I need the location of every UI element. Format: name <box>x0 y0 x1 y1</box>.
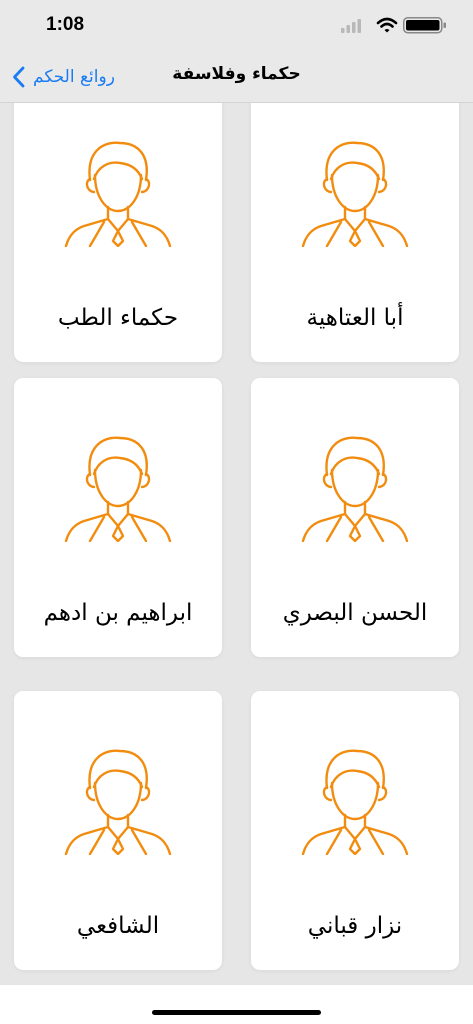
card-ibrahim-ibn-adham[interactable]: ابراهيم بن ادهم <box>14 378 222 657</box>
card-hukama-al-tibb[interactable]: حكماء الطب <box>14 103 222 362</box>
card-name: ابراهيم بن ادهم <box>43 600 193 626</box>
person-icon <box>301 436 409 542</box>
card-name: أبا العتاهية <box>306 305 404 331</box>
person-icon <box>64 141 172 247</box>
navigation-bar: روائع الحكم حكماء وفلاسفة <box>0 52 473 103</box>
card-al-shafii[interactable]: الشافعي <box>14 691 222 970</box>
status-time: 1:08 <box>46 14 85 35</box>
status-icons <box>341 17 446 34</box>
card-nizar-qabbani[interactable]: نزار قباني <box>251 691 459 970</box>
philosophers-grid[interactable]: أبا العتاهية حكماء الطب الحسن البصري ابر… <box>0 103 473 985</box>
person-icon <box>301 141 409 247</box>
person-icon <box>64 436 172 542</box>
card-al-hasan-al-basri[interactable]: الحسن البصري <box>251 378 459 657</box>
page-title: حكماء وفلاسفة <box>172 64 301 84</box>
home-indicator-area <box>0 985 473 1024</box>
person-icon <box>64 749 172 855</box>
card-name: الحسن البصري <box>282 600 428 626</box>
card-name: الشافعي <box>76 913 160 939</box>
status-bar: 1:08 <box>0 0 473 52</box>
card-name: نزار قباني <box>307 913 403 939</box>
card-name: حكماء الطب <box>57 305 179 331</box>
wifi-icon <box>376 17 398 33</box>
battery-icon <box>403 17 446 34</box>
card-abu-al-atahiya[interactable]: أبا العتاهية <box>251 103 459 362</box>
home-indicator[interactable] <box>152 1010 321 1015</box>
cellular-signal-icon <box>341 19 361 33</box>
person-icon <box>301 749 409 855</box>
